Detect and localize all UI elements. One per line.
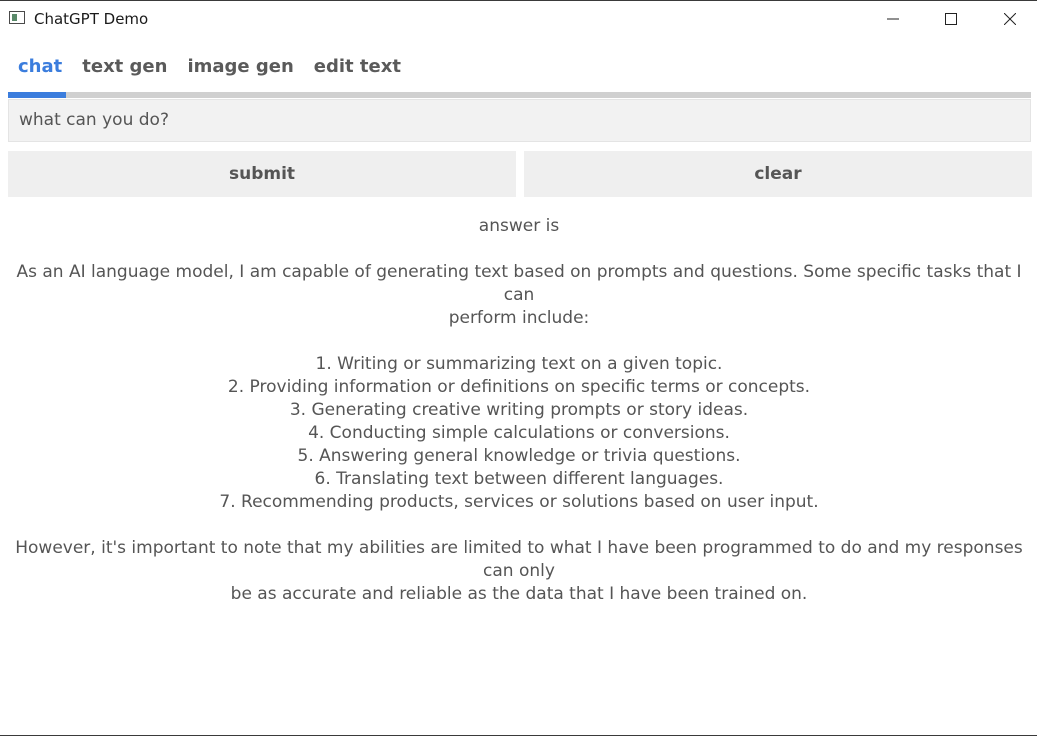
answer-list-item: 5. Answering general knowledge or trivia… (297, 446, 741, 466)
answer-list-item: 4. Conducting simple calculations or con… (308, 423, 730, 443)
maximize-icon (945, 13, 957, 25)
tab-chat[interactable]: chat (8, 51, 72, 85)
tab-image-gen[interactable]: image gen (177, 51, 303, 85)
minimize-button[interactable] (864, 1, 922, 37)
app-window-icon (9, 11, 25, 24)
prompt-input[interactable]: what can you do? (8, 99, 1031, 142)
answer-intro-line: perform include: (448, 308, 590, 328)
close-button[interactable] (981, 1, 1037, 37)
answer-list-item: 1. Writing or summarizing text on a give… (315, 354, 723, 374)
title-bar: ChatGPT Demo (0, 1, 1037, 37)
answer-area: answer is As an AI language model, I am … (14, 215, 1024, 606)
tab-bar: chat text gen image gen edit text (8, 51, 411, 91)
answer-list-item: 7. Recommending products, services or so… (219, 492, 819, 512)
maximize-button[interactable] (922, 1, 980, 37)
app-window: ChatGPT Demo chat text gen image gen edi… (0, 0, 1037, 736)
active-tab-indicator (8, 92, 66, 98)
tab-track (8, 92, 1031, 98)
answer-heading: answer is (478, 216, 560, 236)
submit-button[interactable]: submit (8, 151, 516, 197)
answer-closing-line: However, it's important to note that my … (15, 538, 1023, 581)
tab-edit-text[interactable]: edit text (304, 51, 411, 85)
answer-list-item: 6. Translating text between different la… (314, 469, 724, 489)
minimize-icon (887, 18, 899, 20)
answer-list-item: 3. Generating creative writing prompts o… (289, 400, 749, 420)
window-title: ChatGPT Demo (34, 10, 149, 28)
clear-button[interactable]: clear (524, 151, 1032, 197)
tab-text-gen[interactable]: text gen (72, 51, 177, 85)
answer-intro-line: As an AI language model, I am capable of… (16, 262, 1022, 305)
close-icon (1004, 13, 1016, 25)
answer-closing-line: be as accurate and reliable as the data … (230, 584, 808, 604)
answer-list-item: 2. Providing information or definitions … (227, 377, 811, 397)
